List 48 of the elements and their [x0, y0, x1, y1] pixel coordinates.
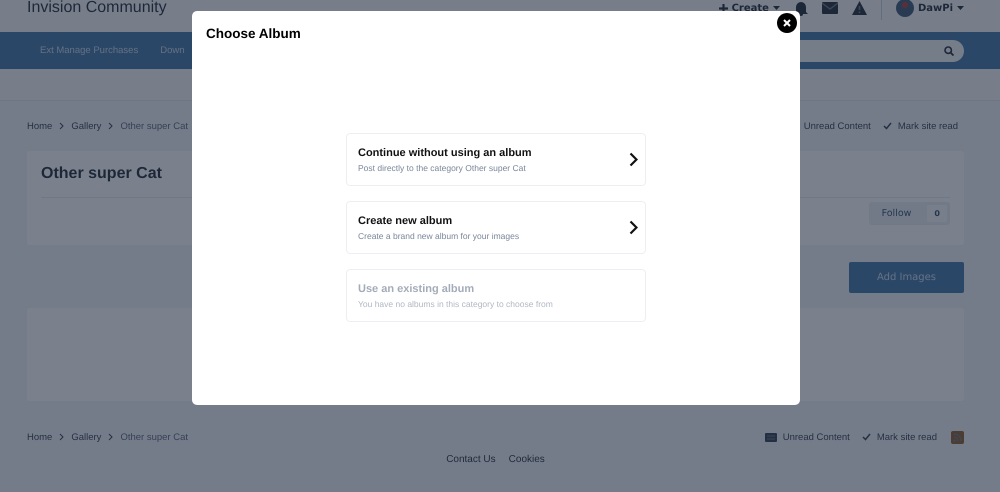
breadcrumb-link[interactable]: Other super Cat — [120, 432, 188, 442]
footer-link[interactable]: Contact Us — [446, 454, 496, 465]
unread-content-link[interactable]: Unread Content — [782, 432, 850, 442]
album-option[interactable]: Create new album Create a brand new album for your images — [346, 201, 646, 254]
mark-read-link[interactable]: Mark site read — [898, 120, 958, 132]
follow-count: 0 — [927, 205, 947, 222]
rss-icon[interactable] — [951, 430, 964, 444]
modal-title: Choose Album — [206, 26, 302, 41]
breadcrumb-link[interactable]: Gallery — [71, 120, 102, 132]
chevron-icon — [108, 433, 114, 441]
chevron-icon — [59, 122, 64, 130]
option-title: Create new album — [358, 214, 454, 226]
breadcrumb-link[interactable]: Other super Cat — [120, 120, 188, 132]
warning-icon[interactable] — [852, 1, 867, 15]
mark-read-link[interactable]: Mark site read — [876, 432, 937, 442]
follow-button[interactable]: Follow 0 — [868, 202, 950, 225]
check-icon — [882, 122, 892, 130]
search-icon[interactable] — [944, 46, 954, 56]
breadcrumb-link[interactable]: Gallery — [71, 432, 102, 442]
user-menu[interactable]: DawPi — [896, 0, 964, 17]
option-description: You have no albums in this category to choose from — [358, 298, 553, 308]
chevron-icon — [108, 122, 114, 130]
caret-icon — [957, 6, 964, 10]
close-button[interactable] — [777, 13, 797, 33]
site-title[interactable]: Invision Community — [27, 0, 167, 17]
envelope-icon[interactable] — [822, 2, 838, 14]
check-icon — [862, 433, 871, 441]
plus-icon — [718, 4, 728, 12]
option-title: Use an existing album — [358, 282, 476, 294]
option-title: Continue without using an album — [358, 146, 532, 158]
nav-link[interactable]: Ext Manage Purchases — [40, 45, 138, 56]
breadcrumb-link[interactable]: Home — [27, 432, 52, 442]
bell-icon[interactable] — [794, 0, 808, 16]
create-button[interactable]: Create — [718, 2, 780, 14]
add-images-button[interactable]: Add Images — [849, 262, 964, 293]
option-description: Create a brand new album for your images — [358, 230, 520, 240]
unread-icon — [764, 432, 777, 442]
chevron-icon — [629, 220, 638, 235]
close-icon — [783, 19, 791, 27]
breadcrumb-link[interactable]: Home — [27, 120, 52, 132]
chevron-icon — [59, 433, 64, 441]
unread-content-link[interactable]: Unread Content — [804, 120, 871, 132]
footer-link[interactable]: Cookies — [508, 454, 545, 465]
avatar-icon — [896, 0, 914, 17]
option-description: Post directly to the category Other super Cat — [358, 162, 527, 172]
nav-link[interactable]: Down — [160, 45, 185, 56]
chevron-icon — [629, 152, 638, 167]
album-option[interactable]: Continue without using an album Post directly to the category Other super Cat — [346, 133, 646, 186]
